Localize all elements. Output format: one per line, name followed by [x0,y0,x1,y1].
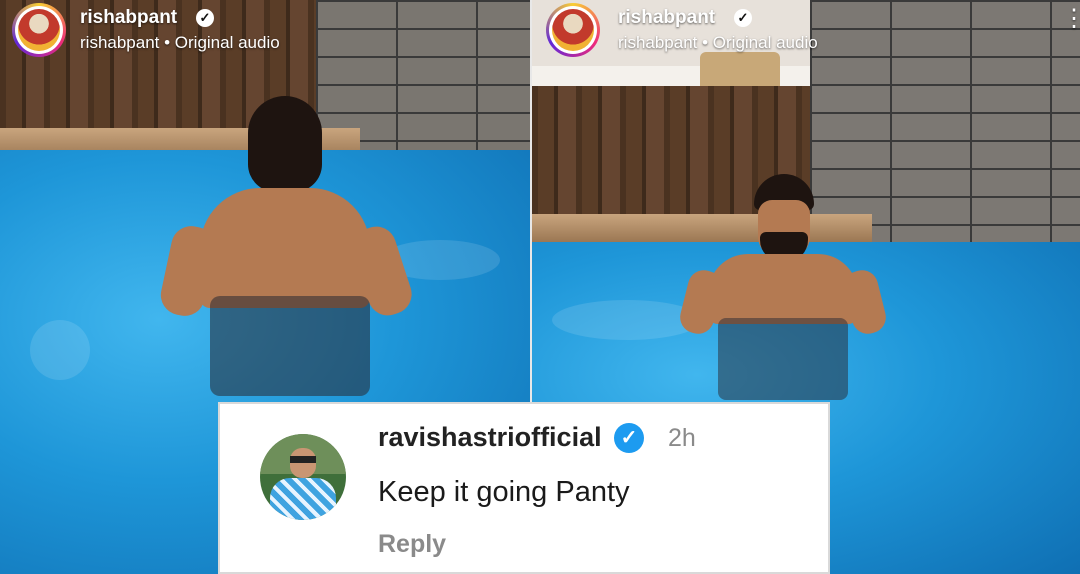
post-username[interactable]: rishabpant [618,7,715,29]
commenter-avatar[interactable] [260,434,346,520]
more-vertical-icon[interactable]: ⋮ [1062,7,1080,44]
avatar-head [290,448,316,478]
torso [708,254,858,324]
verified-badge-icon: ✓ [734,9,752,27]
post-username[interactable]: rishabpant [80,7,177,29]
comment-card: ravishastriofficial ✓ 2h Keep it going P… [218,402,830,574]
verified-badge-icon: ✓ [614,423,644,453]
post-audio-label[interactable]: rishabpant • Original audio [80,33,280,53]
person-swimmer [676,174,890,400]
comment-timestamp: 2h [668,424,696,452]
avatar-image [18,9,60,51]
comment-username[interactable]: ravishastriofficial [378,422,602,453]
torso [200,188,370,308]
avatar-sunglasses [290,456,316,463]
post-header: rishabpant ✓ rishabpant • Original audio… [532,0,1080,60]
avatar-image [552,9,594,51]
story-avatar[interactable] [546,3,600,57]
comment-text: Keep it going Panty [378,476,630,508]
reply-button[interactable]: Reply [378,530,446,559]
verified-badge-icon: ✓ [196,9,214,27]
avatar-shirt [270,478,336,520]
post-audio-label[interactable]: rishabpant • Original audio [618,33,818,53]
submerged-body [210,296,370,396]
person-swimmer [157,96,430,396]
ripple [30,320,90,380]
submerged-body [718,318,848,400]
story-avatar[interactable] [12,3,66,57]
head [248,96,322,192]
